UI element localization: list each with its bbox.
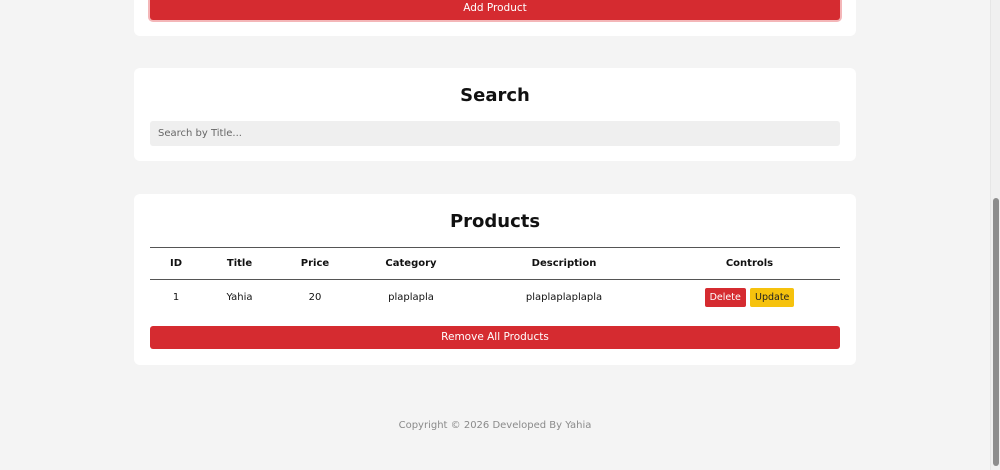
- search-title: Search: [460, 85, 530, 106]
- page-content: Add Product Search Products ID Title Pri…: [0, 0, 990, 470]
- column-header-title: Title: [226, 258, 253, 269]
- table-header-row: ID Title Price Category Description Cont…: [150, 247, 840, 280]
- products-card: Products ID Title Price Category Descrip…: [134, 194, 856, 365]
- column-header-price: Price: [300, 258, 330, 269]
- products-table: ID Title Price Category Description Cont…: [150, 247, 840, 316]
- products-title: Products: [449, 211, 541, 232]
- add-product-card: Add Product: [134, 0, 856, 36]
- search-card: Search: [134, 68, 856, 161]
- remove-all-products-button[interactable]: Remove All Products: [150, 326, 840, 349]
- cell-description: plaplaplaplapla: [525, 292, 603, 304]
- scrollbar-thumb[interactable]: [993, 198, 999, 466]
- table-body: 1 Yahia 20 plaplapla plaplaplaplapla Del…: [150, 280, 840, 316]
- column-header-controls: Controls: [725, 258, 774, 269]
- table-header: ID Title Price Category Description Cont…: [150, 247, 840, 280]
- delete-button[interactable]: Delete: [704, 288, 746, 308]
- cell-price: 20: [308, 292, 322, 304]
- cell-controls: Delete Update: [659, 280, 840, 316]
- table-row: 1 Yahia 20 plaplapla plaplaplaplapla Del…: [150, 280, 840, 316]
- viewport: Add Product Search Products ID Title Pri…: [0, 0, 1000, 470]
- search-input[interactable]: [150, 121, 840, 146]
- update-button[interactable]: Update: [750, 288, 795, 308]
- cell-id: 1: [172, 292, 180, 304]
- cell-title: Yahia: [226, 292, 253, 304]
- footer-copyright: Copyright © 2026 Developed By Yahia: [398, 420, 592, 431]
- column-header-id: ID: [169, 258, 183, 269]
- cell-category: plaplapla: [388, 292, 434, 304]
- vertical-scrollbar[interactable]: [990, 0, 1000, 470]
- column-header-description: Description: [531, 258, 597, 269]
- add-product-button[interactable]: Add Product: [150, 0, 840, 20]
- column-header-category: Category: [385, 258, 437, 269]
